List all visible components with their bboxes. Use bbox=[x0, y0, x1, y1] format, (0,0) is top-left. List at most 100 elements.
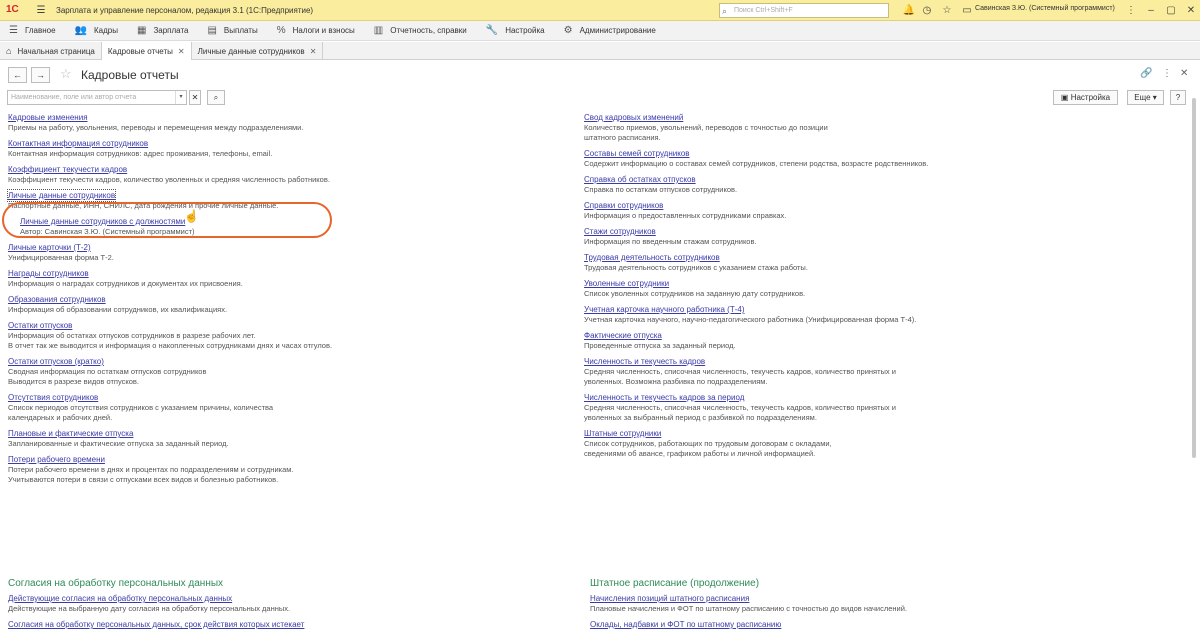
report-link[interactable]: Кадровые изменения bbox=[8, 112, 88, 123]
form-more-icon[interactable]: ⋮ bbox=[1162, 68, 1172, 79]
report-link[interactable]: Потери рабочего времени bbox=[8, 454, 105, 465]
report-link[interactable]: Оклады, надбавки и ФОТ по штатному распи… bbox=[590, 619, 781, 630]
document-icon: ▥ bbox=[373, 25, 384, 36]
list-item: Остатки отпусков Информация об остатках о… bbox=[8, 320, 333, 350]
list-item: Фактические отпуска Проведенные отпуска з… bbox=[584, 330, 736, 350]
menu-settings[interactable]: 🔧 Настройка bbox=[477, 21, 555, 41]
scrollbar-thumb[interactable] bbox=[1192, 98, 1196, 458]
menu-payments[interactable]: ▤ Выплаты bbox=[198, 21, 267, 41]
section-heading-consents: Согласия на обработку персональных данны… bbox=[8, 578, 224, 589]
report-link[interactable]: Контактная информация сотрудников bbox=[8, 138, 148, 149]
chevron-down-icon[interactable]: ▾ bbox=[175, 91, 186, 104]
menu-main[interactable]: ☰ Главное bbox=[0, 21, 66, 41]
1c-logo: 1С bbox=[6, 4, 19, 15]
list-item: Уволенные сотрудники Список уволенных сот… bbox=[584, 278, 806, 298]
list-item: Трудовая деятельность сотрудников Трудова… bbox=[584, 252, 808, 272]
menu-icon: ☰ bbox=[9, 25, 18, 36]
report-link[interactable]: Остатки отпусков (кратко) bbox=[8, 356, 104, 367]
menu-personnel[interactable]: 👥 Кадры bbox=[66, 21, 128, 41]
favorites-icon[interactable]: ☆ bbox=[934, 3, 954, 17]
sections-menu: ☰ Главное 👥 Кадры ▦ Зарплата ▤ Выплаты % Нало… bbox=[0, 21, 1200, 41]
global-search-input[interactable]: ⌕ Поиск Ctrl+Shift+F bbox=[719, 3, 889, 18]
list-item: Действующие согласия на обработку персон… bbox=[8, 593, 291, 613]
report-link[interactable]: Личные карточки (Т-2) bbox=[8, 242, 91, 253]
minimize-icon[interactable]: – bbox=[1138, 3, 1158, 17]
home-icon: ⌂ bbox=[6, 46, 12, 56]
clear-filter-button[interactable]: ✕ bbox=[189, 90, 201, 105]
list-item: Отсутствия сотрудников Список периодов от… bbox=[8, 392, 274, 422]
report-link[interactable]: Плановые и фактические отпуска bbox=[8, 428, 133, 439]
list-item: Учетная карточка научного работника (Т-4… bbox=[584, 304, 917, 324]
gear-icon: ⚙ bbox=[563, 25, 573, 36]
help-button[interactable]: ? bbox=[1170, 90, 1186, 105]
menu-admin[interactable]: ⚙ Администрирование bbox=[555, 21, 666, 41]
list-item: Стажи сотрудников Информация по введенным… bbox=[584, 226, 757, 246]
close-tab-icon[interactable]: ✕ bbox=[178, 47, 185, 56]
report-link[interactable]: Отсутствия сотрудников bbox=[8, 392, 98, 403]
report-link[interactable]: Начисления позиций штатного расписания bbox=[590, 593, 749, 604]
report-link[interactable]: Численность и текучесть кадров bbox=[584, 356, 705, 367]
report-link[interactable]: Справка об остатках отпусков bbox=[584, 174, 696, 185]
maximize-icon[interactable]: ▢ bbox=[1158, 3, 1178, 17]
list-item: Кадровые изменения Приемы на работу, увол… bbox=[8, 112, 304, 132]
report-filter-input[interactable]: Наименование, поле или автор отчета ▾ bbox=[7, 90, 187, 105]
hand-cursor-icon: ☝ bbox=[184, 209, 199, 223]
report-link[interactable]: Коэффициент текучести кадров bbox=[8, 164, 127, 175]
report-link[interactable]: Фактические отпуска bbox=[584, 330, 662, 341]
history-icon[interactable]: ◷ bbox=[914, 3, 934, 17]
report-link[interactable]: Действующие согласия на обработку персон… bbox=[8, 593, 232, 604]
tab-personal-data[interactable]: Личные данные сотрудников ✕ bbox=[192, 42, 324, 60]
user-name[interactable]: Савинская З.Ю. (Системный программист) bbox=[975, 5, 1115, 12]
main-menu-icon[interactable]: ☰ bbox=[34, 3, 48, 17]
menu-taxes[interactable]: % Налоги и взносы bbox=[268, 21, 365, 41]
report-link[interactable]: Согласия на обработку персональных данны… bbox=[8, 619, 304, 630]
report-link[interactable]: Трудовая деятельность сотрудников bbox=[584, 252, 720, 263]
more-actions-button[interactable]: Еще ▾ bbox=[1127, 90, 1164, 105]
report-link[interactable]: Учетная карточка научного работника (Т-4… bbox=[584, 304, 745, 315]
report-link[interactable]: Составы семей сотрудников bbox=[584, 148, 690, 159]
report-link[interactable]: Награды сотрудников bbox=[8, 268, 89, 279]
report-link[interactable]: Свод кадровых изменений bbox=[584, 112, 683, 123]
forward-button[interactable]: → bbox=[31, 67, 50, 83]
report-link[interactable]: Образования сотрудников bbox=[8, 294, 106, 305]
more-icon[interactable]: ⋮ bbox=[1118, 3, 1138, 17]
search-button[interactable]: ⌕ bbox=[207, 90, 225, 105]
search-icon: ⌕ bbox=[722, 6, 728, 16]
report-link[interactable]: Уволенные сотрудники bbox=[584, 278, 669, 289]
tab-home[interactable]: ⌂ Начальная страница bbox=[0, 42, 102, 60]
close-icon[interactable]: ✕ bbox=[1178, 3, 1198, 17]
report-link[interactable]: Остатки отпусков bbox=[8, 320, 72, 331]
section-heading-staffing: Штатное расписание (продолжение) bbox=[590, 578, 760, 589]
star-icon[interactable]: ☆ bbox=[60, 66, 72, 82]
percent-icon: % bbox=[276, 25, 286, 36]
back-button[interactable]: ← bbox=[8, 67, 27, 83]
link-icon[interactable]: 🔗 bbox=[1140, 68, 1152, 79]
left-report-list: Кадровые изменения Приемы на работу, увол… bbox=[6, 112, 568, 490]
list-item: Коэффициент текучести кадров Коэффициент … bbox=[8, 164, 330, 184]
wrench-icon: 🔧 bbox=[485, 25, 499, 36]
form-close-icon[interactable]: ✕ bbox=[1180, 68, 1188, 79]
notifications-icon[interactable]: 🔔 bbox=[896, 3, 916, 17]
list-item: Согласия на обработку персональных данны… bbox=[8, 619, 568, 630]
settings-button[interactable]: ▣ Настройка bbox=[1053, 90, 1118, 105]
close-tab-icon[interactable]: ✕ bbox=[310, 47, 317, 56]
report-link[interactable]: Численность и текучесть кадров за период bbox=[584, 392, 744, 403]
list-item: Плановые и фактические отпуска Запланиров… bbox=[8, 428, 229, 448]
list-item: Потери рабочего времени Потери рабочего в… bbox=[8, 454, 294, 484]
list-item: Справка об остатках отпусков Справка по о… bbox=[584, 174, 738, 194]
app-title: Зарплата и управление персоналом, редакц… bbox=[56, 5, 314, 15]
tab-hr-reports[interactable]: Кадровые отчеты ✕ bbox=[101, 42, 192, 60]
report-link[interactable]: Стажи сотрудников bbox=[584, 226, 656, 237]
vertical-scrollbar[interactable] bbox=[1191, 96, 1197, 626]
calculator-icon: ▦ bbox=[136, 25, 147, 36]
staffing-list: Начисления позиций штатного расписания Пл… bbox=[590, 593, 1180, 635]
report-link-personal-data[interactable]: Личные данные сотрудников bbox=[6, 189, 117, 202]
list-item: Контактная информация сотрудников Контакт… bbox=[8, 138, 273, 158]
menu-reports[interactable]: ▥ Отчетность, справки bbox=[365, 21, 477, 41]
report-link[interactable]: Справки сотрудников bbox=[584, 200, 663, 211]
menu-salary[interactable]: ▦ Зарплата bbox=[128, 21, 198, 41]
list-item: Численность и текучесть кадров за период… bbox=[584, 392, 896, 422]
user-icon[interactable]: ▭ bbox=[954, 3, 974, 17]
list-item: Численность и текучесть кадров Средняя чи… bbox=[584, 356, 896, 386]
report-link[interactable]: Штатные сотрудники bbox=[584, 428, 661, 439]
